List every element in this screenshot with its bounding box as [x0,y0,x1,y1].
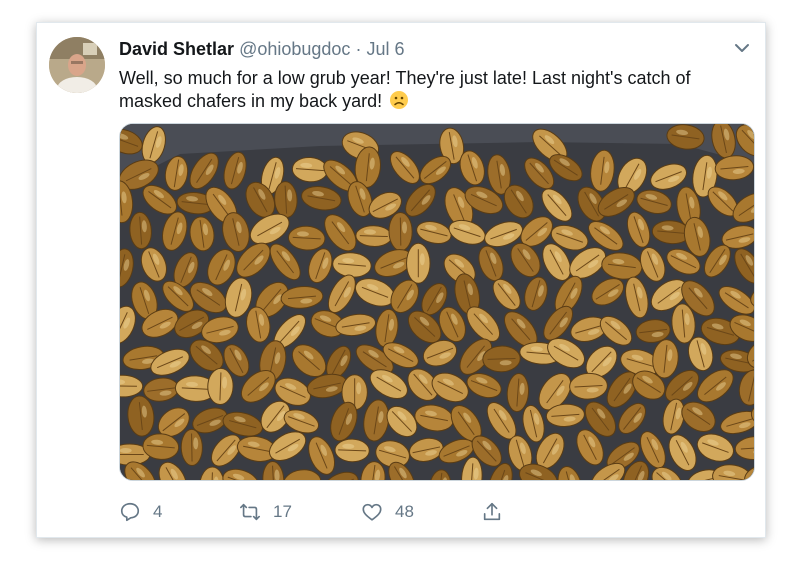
tweet-card[interactable]: David Shetlar @ohiobugdoc · Jul 6 Well, … [36,22,766,538]
avatar[interactable] [49,37,105,93]
frowning-face-icon [389,90,409,110]
reply-icon [120,502,140,522]
reply-button[interactable]: 4 [119,497,162,527]
author-name[interactable]: David Shetlar [119,39,234,59]
tweet-photo[interactable] [119,123,755,481]
beetle [180,428,203,467]
share-icon [483,502,501,521]
retweet-icon [240,503,260,521]
tweet-header: David Shetlar @ohiobugdoc · Jul 6 [119,37,404,61]
author-handle[interactable]: @ohiobugdoc [239,39,350,59]
share-button[interactable] [481,497,515,527]
like-count: 48 [395,502,414,521]
like-button[interactable]: 48 [361,497,414,527]
beetle [406,242,431,284]
tweet-text: Well, so much for a low grub year! They'… [119,67,739,113]
separator: · [355,39,362,59]
tweet-actions: 4 17 48 [119,497,739,527]
retweet-count: 17 [273,502,292,521]
avatar-photo [49,37,105,93]
reply-count: 4 [153,502,163,521]
beetle [388,211,413,252]
heart-icon [362,503,382,521]
retweet-button[interactable]: 17 [239,497,292,527]
tweet-date[interactable]: Jul 6 [366,39,404,59]
chevron-down-icon[interactable] [733,39,751,57]
masked-chafers-photo [120,124,754,480]
